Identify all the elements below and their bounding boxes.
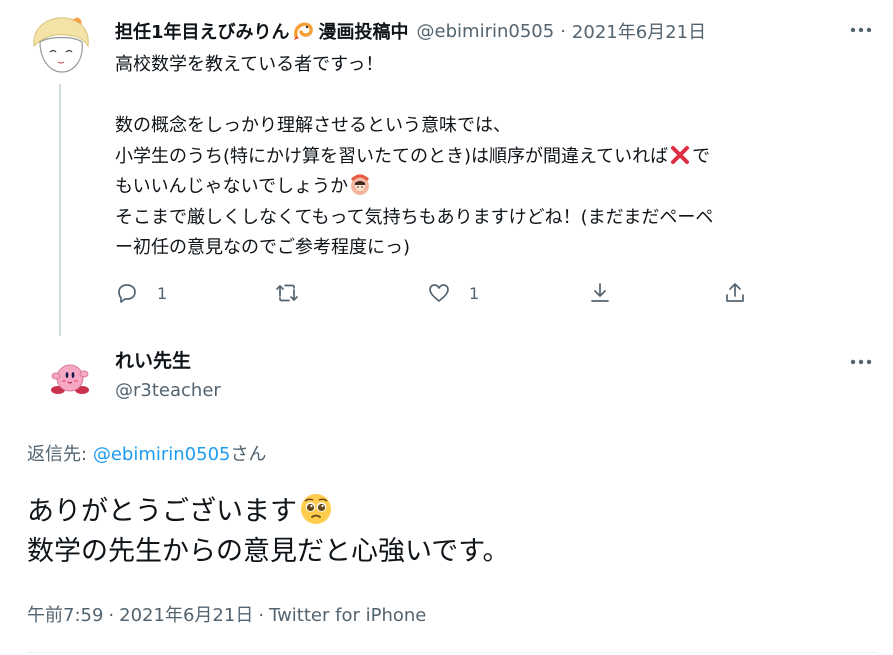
- kirby-avatar-icon: [46, 354, 94, 402]
- cross-mark-icon: [669, 144, 691, 166]
- heart-icon: [429, 284, 449, 302]
- tweet-actions-bar: 1 1: [115, 278, 765, 308]
- tweet-text-segment: もいいんじゃないでしょうか: [115, 176, 349, 197]
- tweet-text-line: 数学の先生からの意見だと心強いです。: [27, 536, 510, 567]
- download-icon: [591, 283, 609, 302]
- like-count: 1: [469, 283, 480, 303]
- replying-to-label: 返信先:: [27, 444, 88, 465]
- reply-count: 1: [157, 283, 168, 303]
- author-display-name[interactable]: れい先生: [115, 346, 191, 373]
- main-tweet-text: ありがとうございます 数学の先生からの意見だと心強いです。: [27, 492, 867, 572]
- tweet-text-line: ありがとうございます: [27, 492, 867, 532]
- parent-tweet-text: 高校数学を教えている者ですっ！ 数の概念をしっかり理解させるという意味では、 小…: [115, 50, 875, 264]
- tweet-text-line: もいいんじゃないでしょうか: [115, 172, 875, 203]
- bookmark-share-button[interactable]: [588, 278, 612, 308]
- like-button[interactable]: 1: [427, 278, 479, 308]
- pleading-face-icon: [299, 492, 333, 526]
- avatar[interactable]: [28, 12, 92, 76]
- parent-display-name[interactable]: 担任1年目えびみりん: [115, 18, 290, 44]
- thread-connector-line: [59, 84, 61, 336]
- reply-mention-link[interactable]: @ebimirin0505: [93, 444, 231, 465]
- retweet-icon: [276, 284, 298, 302]
- reply-button[interactable]: 1: [115, 278, 167, 308]
- divider: [27, 652, 877, 653]
- author-handle[interactable]: @r3teacher: [115, 380, 221, 401]
- tweet-text-segment: で: [692, 145, 711, 167]
- avatar[interactable]: [46, 354, 94, 402]
- tweet-text-line: 小学生のうち(特にかけ算を習いたてのとき)は順序が間違えていれば で: [115, 142, 875, 173]
- tweet-text-segment: 小学生のうち(特にかけ算を習いたてのとき)は順序が間違えていれば: [115, 145, 669, 167]
- tweet-time[interactable]: 午前7:59: [27, 605, 103, 626]
- parent-date[interactable]: 2021年6月21日: [572, 18, 706, 44]
- share-button[interactable]: [723, 278, 747, 308]
- tweet-text-line: ー初任の意見なのでご参考程度にっ): [115, 237, 411, 258]
- ok-gesture-icon: [349, 174, 371, 196]
- separator-dot: ·: [560, 20, 566, 42]
- replying-to: 返信先: @ebimirin0505さん: [27, 440, 266, 466]
- separator-dot: ·: [108, 605, 115, 626]
- tweet-text-line: 高校数学を教えている者ですっ！: [115, 54, 384, 75]
- parent-handle[interactable]: @ebimirin0505: [417, 21, 555, 42]
- parent-display-name-suffix[interactable]: 漫画投稿中: [319, 18, 409, 44]
- retweet-button[interactable]: [275, 278, 317, 308]
- parent-tweet-header: 担任1年目えびみりん 漫画投稿中 @ebimirin0505 · 2021年6月…: [115, 17, 706, 45]
- tweet-text-line: 数の概念をしっかり理解させるという意味では、: [115, 115, 511, 136]
- tweet-text-line: そこまで厳しくしなくてもって気持ちもありますけどね！(まだまだペーペ: [115, 206, 714, 228]
- tweet-text-segment: ありがとうございます: [27, 496, 297, 527]
- replying-to-suffix: さん: [230, 444, 267, 465]
- separator-dot: ·: [258, 605, 265, 626]
- parent-tweet[interactable]: 担任1年目えびみりん 漫画投稿中 @ebimirin0505 · 2021年6月…: [0, 0, 893, 345]
- reply-icon: [118, 284, 136, 303]
- tweet-client[interactable]: Twitter for iPhone: [269, 605, 426, 626]
- more-options-icon[interactable]: [845, 16, 877, 44]
- tweet-date[interactable]: 2021年6月21日: [119, 605, 253, 626]
- more-options-icon[interactable]: [845, 348, 877, 376]
- tweet-metadata: 午前7:59 · 2021年6月21日 · Twitter for iPhone: [27, 601, 426, 627]
- share-icon: [726, 283, 744, 302]
- shrimp-icon: [292, 20, 314, 42]
